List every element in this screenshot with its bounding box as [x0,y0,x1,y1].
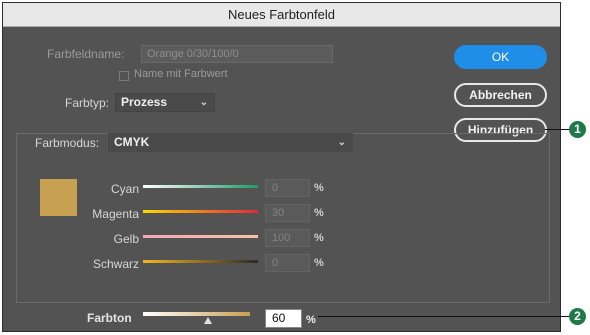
yellow-slider[interactable] [143,235,258,238]
tint-slider-handle[interactable] [204,317,212,324]
color-mode-label: Farbmodus: [35,136,100,150]
color-type-value: Prozess [121,95,168,109]
magenta-label: Magenta [92,207,139,221]
ok-button[interactable]: OK [454,45,547,69]
swatch-name-field[interactable]: Orange 0/30/100/0 [141,45,333,63]
name-with-value-label: Name mit Farbwert [134,68,228,80]
new-tint-swatch-dialog: Neues Farbtonfeld Farbfeldname: Orange 0… [2,2,561,332]
black-slider[interactable] [143,260,258,263]
chevron-down-icon: ⌄ [199,97,208,108]
tint-label: Farbton [87,311,132,325]
cyan-value-field[interactable]: 0 [265,179,310,197]
tint-unit: % [306,314,316,326]
magenta-value-field[interactable]: 30 [265,204,310,222]
yellow-label: Gelb [113,232,139,246]
magenta-unit: % [314,207,324,219]
cancel-button[interactable]: Abbrechen [454,83,547,107]
yellow-value-field[interactable]: 100 [265,229,310,247]
swatch-name-label: Farbfeldname: [47,47,125,61]
magenta-slider[interactable] [143,210,258,213]
color-mode-select[interactable]: CMYK ⌄ [108,133,353,152]
callout-2-marker: 2 [569,308,586,325]
tint-value-field[interactable]: 60 [265,309,302,328]
color-type-select[interactable]: Prozess ⌄ [115,93,215,112]
black-unit: % [314,257,324,269]
black-value-field[interactable]: 0 [265,254,310,272]
cyan-label: Cyan [110,182,139,196]
cyan-slider[interactable] [143,185,258,188]
color-preview-swatch [40,179,77,216]
color-mode-value: CMYK [114,135,150,149]
callout-1-line [545,129,569,130]
color-type-label: Farbtyp: [65,96,110,110]
callout-2-line [318,316,569,317]
name-with-value-checkbox[interactable] [119,71,129,81]
cyan-unit: % [314,182,324,194]
tint-slider[interactable] [143,312,250,316]
chevron-down-icon: ⌄ [337,137,346,148]
callout-1-marker: 1 [569,121,586,138]
dialog-title: Neues Farbtonfeld [3,3,560,27]
black-label: Schwarz [92,257,139,271]
yellow-unit: % [314,232,324,244]
